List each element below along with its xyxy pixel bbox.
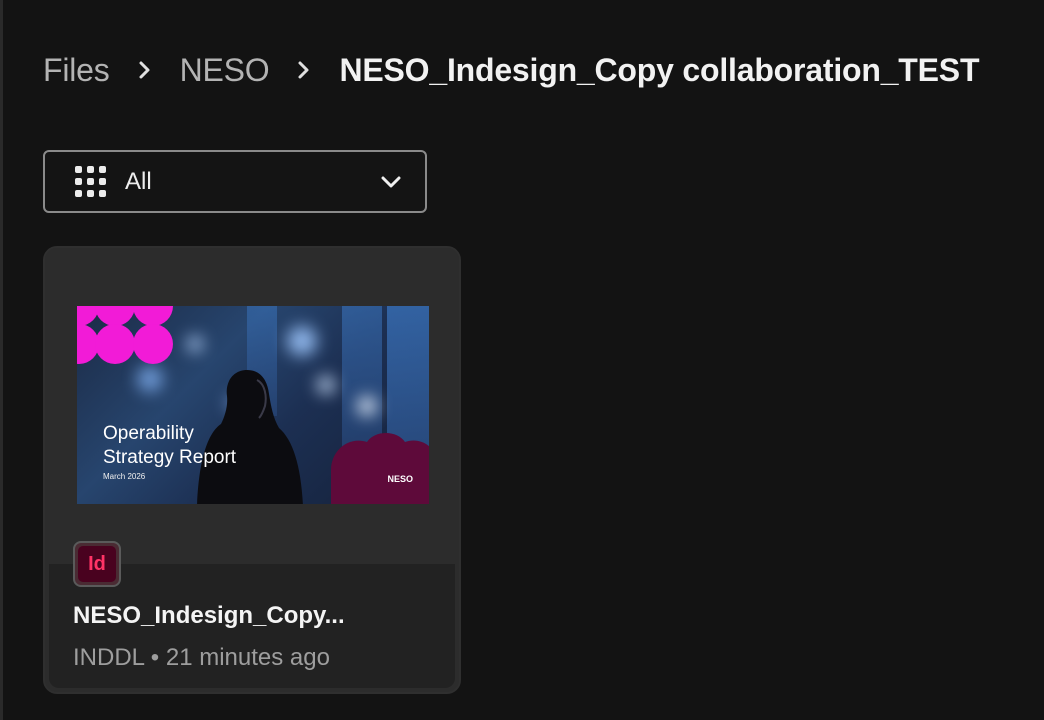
file-card[interactable]: Operability Strategy Report March 2026 N… bbox=[43, 246, 461, 694]
filter-dropdown[interactable]: All bbox=[43, 150, 427, 213]
thumbnail-date: March 2026 bbox=[103, 472, 146, 481]
files-page: Files NESO NESO_Indesign_Copy collaborat… bbox=[0, 0, 1044, 720]
file-meta: INDDL • 21 minutes ago bbox=[73, 644, 330, 671]
thumbnail-title-line1: Operability bbox=[103, 423, 194, 444]
thumbnail-title-line2: Strategy Report bbox=[103, 447, 237, 468]
breadcrumb-item-files[interactable]: Files bbox=[43, 52, 110, 89]
chevron-down-icon bbox=[381, 176, 401, 187]
file-name: NESO_Indesign_Copy... bbox=[73, 602, 345, 629]
person-silhouette-graphic bbox=[197, 370, 303, 504]
plum-shape-graphic bbox=[331, 433, 429, 504]
filter-label: All bbox=[125, 167, 152, 195]
breadcrumb-current: NESO_Indesign_Copy collaboration_TEST bbox=[339, 51, 980, 88]
breadcrumb: Files NESO NESO_Indesign_Copy collaborat… bbox=[43, 48, 979, 92]
grid-icon bbox=[73, 165, 107, 199]
indesign-app-icon: Id bbox=[73, 541, 121, 587]
chevron-right-icon bbox=[110, 48, 180, 92]
chevron-right-icon bbox=[269, 48, 339, 92]
file-thumbnail: Operability Strategy Report March 2026 N… bbox=[77, 306, 429, 504]
breadcrumb-item-neso[interactable]: NESO bbox=[180, 52, 270, 89]
neso-logo: NESO bbox=[387, 474, 413, 484]
